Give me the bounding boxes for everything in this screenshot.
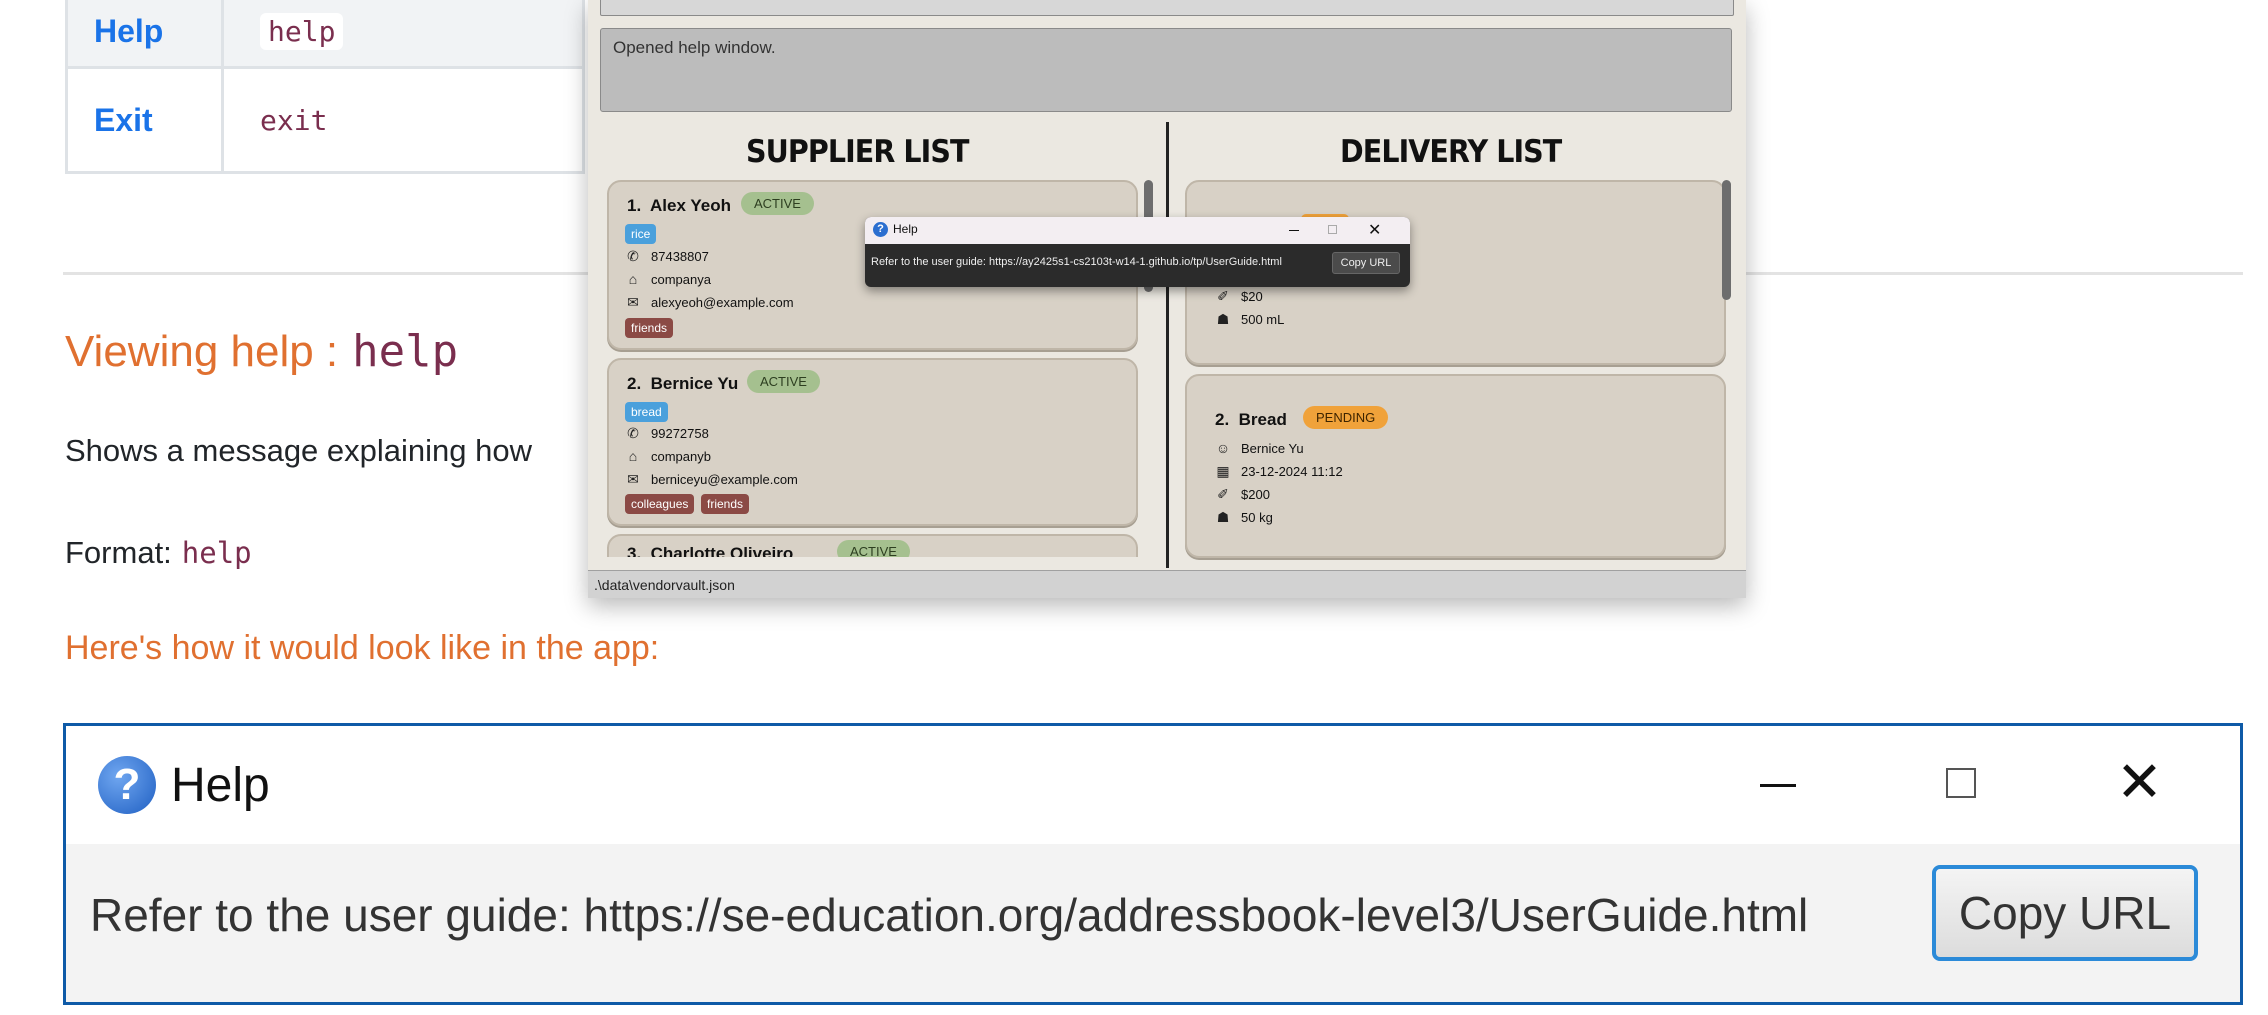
command-box (600, 0, 1734, 16)
app-screenshot: Opened help window. SUPPLIER LIST DELIVE… (588, 0, 1746, 598)
quantity-icon: ☗ (1216, 509, 1230, 525)
format-code: help (181, 536, 252, 570)
help-window: ? Help ✕ Refer to the user guide: https:… (63, 723, 2243, 1005)
status-badge: ACTIVE (747, 370, 820, 393)
action-cell: Exit (68, 69, 224, 171)
format-label: Format: (65, 535, 172, 570)
format-cell: help (224, 0, 582, 66)
format-line: Format: help (65, 535, 252, 571)
phone-icon: ✆ (627, 425, 639, 441)
status-badge: ACTIVE (741, 192, 814, 215)
product-tag: bread (625, 402, 668, 422)
company-icon: ⌂ (628, 448, 638, 464)
table-row: Help help (68, 0, 582, 66)
quantity-field: 50 kg (1241, 510, 1273, 525)
copy-url-button[interactable]: Copy URL (1932, 865, 2198, 961)
maximize-icon[interactable] (1328, 225, 1337, 234)
help-window-body: Refer to the user guide: https://se-educ… (66, 844, 2240, 1002)
heading-code: help (352, 326, 459, 377)
mini-help-window: ? Help ✕ Refer to the user guide: https:… (865, 217, 1410, 287)
mini-copy-url-button[interactable]: Copy URL (1332, 252, 1400, 274)
maximize-icon[interactable] (1946, 768, 1976, 798)
close-icon[interactable]: ✕ (2116, 754, 2163, 810)
supplier-list-title: SUPPLIER LIST (746, 134, 969, 170)
supplier-field: Bernice Yu (1241, 441, 1304, 456)
command-summary-table: Help help Exit exit (65, 0, 585, 174)
mini-help-message: Refer to the user guide: https://ay2425s… (871, 256, 1282, 268)
email-icon: ✉ (627, 294, 639, 310)
help-icon: ? (98, 756, 156, 814)
delivery-name: 2. Bread (1215, 410, 1287, 429)
company-field: companya (651, 272, 711, 287)
status-bar: .\data\vendorvault.json (588, 570, 1746, 598)
date-field: 23-12-2024 11:12 (1241, 464, 1343, 479)
column-divider (1166, 122, 1169, 568)
heading-text: Viewing help : (65, 327, 339, 376)
email-icon: ✉ (627, 471, 639, 487)
company-field: companyb (651, 449, 711, 464)
cost-field: $20 (1241, 289, 1263, 304)
help-window-title: Help (171, 759, 270, 812)
quantity-icon: ☗ (1216, 311, 1230, 327)
cost-icon: ✐ (1217, 486, 1229, 502)
phone-icon: ✆ (627, 248, 639, 264)
company-icon: ⌂ (628, 271, 638, 287)
delivery-scrollbar[interactable] (1722, 180, 1731, 300)
inline-code: exit (260, 103, 328, 137)
phone-field: 99272758 (651, 426, 709, 441)
close-icon[interactable]: ✕ (1368, 220, 1381, 240)
preview-heading: Here's how it would look like in the app… (65, 629, 660, 667)
mini-help-titlebar: ? Help ✕ (865, 217, 1410, 244)
inline-code: help (260, 12, 344, 50)
help-window-titlebar: ? Help ✕ (66, 726, 2240, 844)
supplier-icon: ☺ (1215, 440, 1231, 456)
email-field: berniceyu@example.com (651, 472, 798, 487)
calendar-icon: ▦ (1216, 463, 1230, 479)
minimize-icon[interactable] (1289, 230, 1299, 231)
tag-label: friends (701, 494, 750, 514)
delivery-list-title: DELIVERY LIST (1340, 134, 1562, 170)
section-heading: Viewing help : help (65, 326, 458, 377)
email-field: alexyeoh@example.com (651, 295, 794, 310)
help-message: Refer to the user guide: https://se-educ… (90, 889, 1809, 941)
cost-icon: ✐ (1217, 288, 1229, 304)
supplier-card[interactable]: 2. Bernice Yu ACTIVE bread ✆ 99272758 ⌂ … (607, 358, 1138, 526)
description-text: Shows a message explaining how (65, 433, 532, 468)
result-display: Opened help window. (600, 28, 1732, 112)
mini-help-title: Help (893, 222, 918, 236)
minimize-icon[interactable] (1760, 784, 1796, 787)
product-tag: rice (625, 224, 657, 244)
supplier-name: 1. Alex Yeoh (627, 196, 731, 215)
table-row: Exit exit (68, 66, 582, 171)
quantity-field: 500 mL (1241, 312, 1285, 327)
format-cell: exit (224, 69, 582, 171)
status-badge: PENDING (1303, 406, 1389, 429)
tag-label: colleagues (625, 494, 695, 514)
action-cell: Help (68, 0, 224, 66)
supplier-name: 2. Bernice Yu (627, 374, 739, 393)
list-clip (588, 557, 1166, 570)
phone-field: 87438807 (651, 249, 709, 264)
delivery-card[interactable]: 2. Bread PENDING ☺ Bernice Yu ▦ 23-12-20… (1185, 374, 1726, 558)
help-icon: ? (873, 222, 888, 237)
cost-field: $200 (1241, 487, 1270, 502)
tag-label: friends (625, 318, 674, 338)
